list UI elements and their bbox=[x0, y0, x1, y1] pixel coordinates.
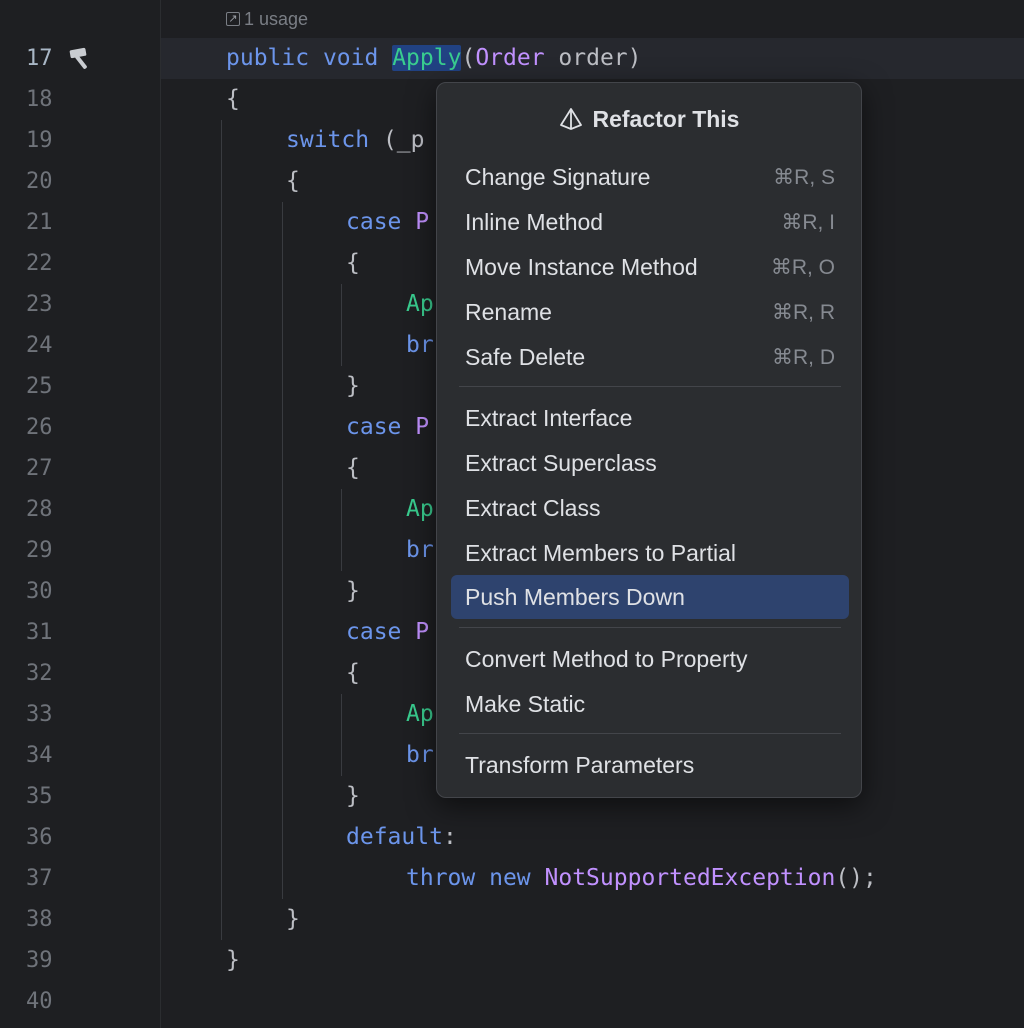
line-number: 29 bbox=[26, 538, 53, 563]
menu-item-extract-class[interactable]: Extract Class bbox=[451, 486, 849, 530]
line-number: 28 bbox=[26, 497, 53, 522]
code-line-26[interactable]: case P bbox=[346, 407, 429, 448]
menu-item-label: Extract Interface bbox=[465, 404, 633, 431]
refactor-this-popup: Refactor This Change Signature ⌘R, S Inl… bbox=[436, 82, 862, 798]
external-link-icon: ↗ bbox=[226, 12, 240, 26]
code-line-20[interactable]: { bbox=[286, 161, 300, 202]
menu-item-label: Make Static bbox=[465, 690, 586, 717]
menu-item-label: Inline Method bbox=[465, 208, 604, 235]
line-number: 40 bbox=[26, 989, 53, 1014]
line-number: 20 bbox=[26, 169, 53, 194]
menu-item-extract-members-to-partial[interactable]: Extract Members to Partial bbox=[451, 531, 849, 575]
line-number: 17 bbox=[26, 46, 53, 71]
menu-item-label: Rename bbox=[465, 298, 552, 325]
line-number: 25 bbox=[26, 374, 53, 399]
menu-item-label: Change Signature bbox=[465, 163, 651, 190]
menu-separator bbox=[459, 627, 841, 628]
menu-item-move-instance-method[interactable]: Move Instance Method ⌘R, O bbox=[451, 245, 849, 289]
menu-item-rename[interactable]: Rename ⌘R, R bbox=[451, 290, 849, 334]
popup-header: Refactor This bbox=[437, 101, 861, 137]
menu-item-shortcut: ⌘R, O bbox=[770, 255, 835, 279]
menu-item-label: Extract Class bbox=[465, 494, 601, 521]
menu-item-extract-interface[interactable]: Extract Interface bbox=[451, 396, 849, 440]
line-number: 21 bbox=[26, 210, 53, 235]
menu-item-shortcut: ⌘R, R bbox=[772, 300, 835, 324]
line-number: 39 bbox=[26, 948, 53, 973]
code-line-30[interactable]: } bbox=[346, 571, 360, 612]
popup-title: Refactor This bbox=[592, 105, 740, 132]
code-line-25[interactable]: } bbox=[346, 366, 360, 407]
indent-guide bbox=[341, 284, 342, 366]
line-number: 32 bbox=[26, 661, 53, 686]
code-line-34[interactable]: br bbox=[406, 735, 434, 776]
code-line-28[interactable]: Ap bbox=[406, 489, 434, 530]
menu-item-make-static[interactable]: Make Static bbox=[451, 682, 849, 726]
code-line-35[interactable]: } bbox=[346, 776, 360, 817]
line-number: 27 bbox=[26, 456, 53, 481]
menu-item-label: Extract Superclass bbox=[465, 449, 657, 476]
line-number: 30 bbox=[26, 579, 53, 604]
code-line-17[interactable]: public void Apply(Order order) bbox=[226, 38, 642, 79]
menu-item-shortcut: ⌘R, S bbox=[773, 165, 835, 189]
menu-separator bbox=[459, 386, 841, 387]
line-number: 38 bbox=[26, 907, 53, 932]
indent-guide bbox=[282, 202, 283, 899]
menu-separator bbox=[459, 733, 841, 734]
code-line-19[interactable]: switch (_p bbox=[286, 120, 424, 161]
line-number: 26 bbox=[26, 415, 53, 440]
code-line-22[interactable]: { bbox=[346, 243, 360, 284]
indent-guide bbox=[341, 489, 342, 571]
code-line-29[interactable]: br bbox=[406, 530, 434, 571]
line-number: 22 bbox=[26, 251, 53, 276]
menu-item-label: Push Members Down bbox=[465, 583, 685, 610]
code-line-24[interactable]: br bbox=[406, 325, 434, 366]
code-line-36[interactable]: default: bbox=[346, 817, 457, 858]
usage-hint[interactable]: ↗ 1 usage bbox=[226, 6, 308, 32]
code-line-39[interactable]: } bbox=[226, 940, 240, 981]
code-line-31[interactable]: case P bbox=[346, 612, 429, 653]
line-number: 34 bbox=[26, 743, 53, 768]
menu-item-extract-superclass[interactable]: Extract Superclass bbox=[451, 441, 849, 485]
usage-label: 1 usage bbox=[244, 8, 309, 29]
line-number: 36 bbox=[26, 825, 53, 850]
menu-item-label: Extract Members to Partial bbox=[465, 539, 736, 566]
indent-guide bbox=[341, 694, 342, 776]
menu-item-label: Safe Delete bbox=[465, 343, 586, 370]
code-line-27[interactable]: { bbox=[346, 448, 360, 489]
menu-item-label: Move Instance Method bbox=[465, 253, 698, 280]
line-number: 19 bbox=[26, 128, 53, 153]
method-name-apply: Apply bbox=[392, 45, 462, 71]
code-line-23[interactable]: Ap bbox=[406, 284, 434, 325]
menu-item-change-signature[interactable]: Change Signature ⌘R, S bbox=[451, 155, 849, 199]
indent-guide bbox=[221, 120, 222, 940]
line-number: 23 bbox=[26, 292, 53, 317]
refactor-icon bbox=[559, 108, 582, 130]
menu-item-shortcut: ⌘R, D bbox=[772, 345, 835, 369]
menu-item-transform-parameters[interactable]: Transform Parameters bbox=[451, 743, 849, 787]
menu-item-label: Convert Method to Property bbox=[465, 645, 748, 672]
menu-item-shortcut: ⌘R, I bbox=[781, 210, 835, 234]
line-number: 35 bbox=[26, 784, 53, 809]
menu-item-inline-method[interactable]: Inline Method ⌘R, I bbox=[451, 200, 849, 244]
editor-gutter bbox=[0, 0, 161, 1028]
menu-item-label: Transform Parameters bbox=[465, 751, 695, 778]
menu-item-convert-method-to-property[interactable]: Convert Method to Property bbox=[451, 637, 849, 681]
code-line-33[interactable]: Ap bbox=[406, 694, 434, 735]
code-line-38[interactable]: } bbox=[286, 899, 300, 940]
line-number: 31 bbox=[26, 620, 53, 645]
line-number: 37 bbox=[26, 866, 53, 891]
code-line-37[interactable]: throw new NotSupportedException(); bbox=[406, 858, 877, 899]
code-line-32[interactable]: { bbox=[346, 653, 360, 694]
code-line-18[interactable]: { bbox=[226, 79, 240, 120]
code-line-21[interactable]: case P bbox=[346, 202, 429, 243]
hammer-icon[interactable] bbox=[66, 46, 96, 72]
line-number: 33 bbox=[26, 702, 53, 727]
menu-item-push-members-down[interactable]: Push Members Down bbox=[451, 575, 849, 619]
line-number: 18 bbox=[26, 87, 53, 112]
menu-item-safe-delete[interactable]: Safe Delete ⌘R, D bbox=[451, 335, 849, 379]
line-number: 24 bbox=[26, 333, 53, 358]
